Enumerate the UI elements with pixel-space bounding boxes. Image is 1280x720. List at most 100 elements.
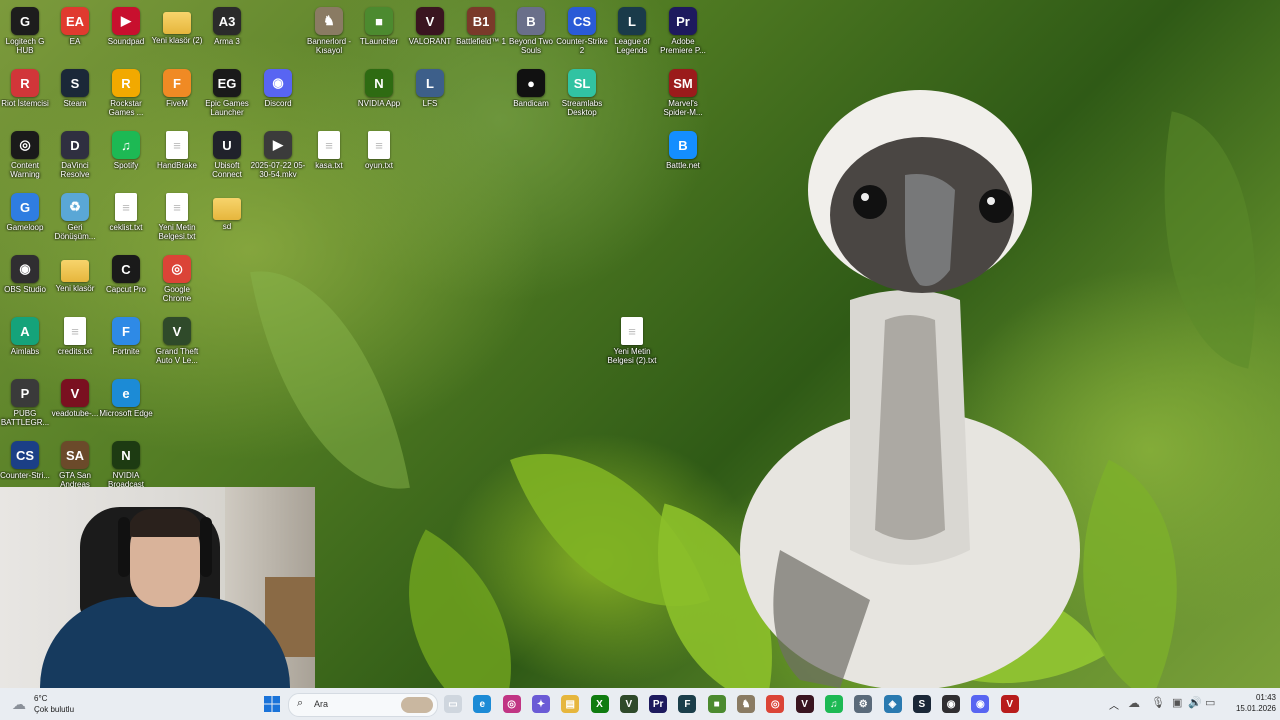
- clock-time: 01:43: [1255, 693, 1276, 702]
- desktop-icon-label: sd: [222, 222, 232, 231]
- desktop-icon[interactable]: ◎ Content Warning: [0, 128, 53, 179]
- desktop-icon[interactable]: N NVIDIA App: [351, 66, 407, 108]
- desktop-icon[interactable]: SL Streamlabs Desktop: [554, 66, 610, 117]
- bird-photo: [740, 90, 1080, 688]
- taskbar-copilot-icon[interactable]: ✦: [531, 695, 550, 713]
- desktop-icon[interactable]: SA GTA San Andreas: [47, 438, 103, 489]
- taskbar-xbox-icon[interactable]: X: [590, 695, 609, 713]
- taskbar-edge-icon[interactable]: e: [473, 695, 492, 713]
- desktop-icon-label: Fortnite: [112, 347, 140, 356]
- desktop-icon[interactable]: ◉ Discord: [250, 66, 306, 108]
- desktop-icon[interactable]: C Capcut Pro: [98, 252, 154, 294]
- desktop-icon[interactable]: ♻ Geri Dönüşüm...: [47, 190, 103, 241]
- desktop-icon-label: Discord: [264, 99, 292, 108]
- taskbar-fivem-icon[interactable]: F: [678, 695, 697, 713]
- desktop-icon[interactable]: ▶ 2025-07-22 05-30-54.mkv: [250, 128, 306, 179]
- desktop-icon[interactable]: P PUBG BATTLEGR...: [0, 376, 53, 427]
- app-icon: ◎: [11, 131, 39, 159]
- text-document-icon: ≡: [368, 131, 390, 159]
- speaker-icon[interactable]: 🔊: [1188, 696, 1202, 709]
- microphone-icon[interactable]: 🎙: [1151, 696, 1165, 709]
- desktop-icon[interactable]: A Aimlabs: [0, 314, 53, 356]
- desktop-icon[interactable]: CS Counter-Stri...: [0, 438, 53, 480]
- taskbar-bannerlord-icon[interactable]: ♞: [737, 695, 755, 713]
- desktop-icon[interactable]: G Gameloop: [0, 190, 53, 232]
- desktop-icon[interactable]: L League of Legends: [604, 4, 660, 55]
- desktop-icon[interactable]: B Battle.net: [655, 128, 711, 170]
- onedrive-icon[interactable]: ☁: [1128, 696, 1140, 710]
- desktop-icon[interactable]: L LFS: [402, 66, 458, 108]
- desktop-icon[interactable]: Vveadotube-...: [47, 376, 103, 418]
- desktop-icon[interactable]: SM Marvel's Spider-M...: [655, 66, 711, 117]
- taskbar-settings-icon[interactable]: ⚙: [854, 695, 873, 713]
- desktop-icon-label: Gameloop: [6, 223, 44, 232]
- desktop-icon[interactable]: ■ TLauncher: [351, 4, 407, 46]
- battery-icon[interactable]: ▭: [1205, 696, 1215, 709]
- taskbar-spotify-icon[interactable]: ♫: [824, 695, 843, 713]
- clock[interactable]: 01:43 15.01.2026: [1222, 692, 1276, 714]
- text-document-icon: ≡: [115, 193, 137, 221]
- app-icon: ▶: [264, 131, 292, 159]
- desktop-icon[interactable]: G Logitech G HUB: [0, 4, 53, 55]
- desktop-icon[interactable]: Yeni klasör (2): [149, 4, 205, 45]
- app-icon: EG: [213, 69, 241, 97]
- search-box[interactable]: ⌕ Ara: [288, 693, 438, 717]
- desktop-icon[interactable]: ◎ Google Chrome: [149, 252, 205, 303]
- desktop-icon[interactable]: CS Counter-Strike 2: [554, 4, 610, 55]
- taskbar-discord-icon[interactable]: ◉: [971, 695, 990, 713]
- start-button[interactable]: [263, 695, 281, 713]
- desktop-icon[interactable]: ≡ Yeni Metin Belgesi.txt: [149, 190, 205, 241]
- taskbar-vpn-icon[interactable]: ◈: [883, 695, 902, 713]
- desktop-icon[interactable]: ≡ kasa.txt: [301, 128, 357, 170]
- desktop-icon[interactable]: ♫ Spotify: [98, 128, 154, 170]
- taskbar-premiere-icon[interactable]: Pr: [649, 695, 668, 713]
- taskbar-obs-icon[interactable]: ◉: [942, 695, 961, 713]
- desktop-icon[interactable]: ◉ OBS Studio: [0, 252, 53, 294]
- desktop-icon-label: Adobe Premiere P...: [660, 37, 706, 55]
- desktop-icon[interactable]: D DaVinci Resolve: [47, 128, 103, 179]
- taskbar-minecraft-icon[interactable]: ■: [707, 695, 726, 713]
- app-icon: G: [11, 193, 39, 221]
- taskbar-gta-icon[interactable]: V: [619, 695, 638, 713]
- desktop-icon[interactable]: sd: [199, 190, 255, 231]
- taskbar-steam-icon[interactable]: S: [912, 695, 931, 713]
- taskbar-valorant-icon[interactable]: V: [795, 695, 814, 713]
- desktop-icon[interactable]: ● Bandicam: [503, 66, 559, 108]
- desktop-icon[interactable]: R Rockstar Games ...: [98, 66, 154, 117]
- desktop-icon[interactable]: B Beyond Two Souls: [503, 4, 559, 55]
- text-document-icon: ≡: [621, 317, 643, 345]
- desktop-icon[interactable]: ≡ ceklist.txt: [98, 190, 154, 232]
- network-icon[interactable]: ▣: [1172, 696, 1182, 709]
- desktop-icon[interactable]: ▶ Soundpad: [98, 4, 154, 46]
- taskbar-red-app-icon[interactable]: V: [1000, 695, 1019, 713]
- desktop-icon[interactable]: Pr Adobe Premiere P...: [655, 4, 711, 55]
- desktop-icon[interactable]: U Ubisoft Connect: [199, 128, 255, 179]
- taskbar-chrome-icon[interactable]: ◎: [766, 695, 785, 713]
- desktop-icon[interactable]: V Grand Theft Auto V Le...: [149, 314, 205, 365]
- desktop-icon[interactable]: EA EA: [47, 4, 103, 46]
- desktop-icon[interactable]: ≡ oyun.txt: [351, 128, 407, 170]
- taskbar-task-view-icon[interactable]: ▭: [444, 695, 462, 713]
- desktop-icon[interactable]: B1 Battlefield™ 1: [453, 4, 509, 46]
- desktop-icon[interactable]: R Riot İstemcisi: [0, 66, 53, 108]
- desktop-icon-label: Steam: [63, 99, 87, 108]
- desktop-icon[interactable]: A3 Arma 3: [199, 4, 255, 46]
- desktop-icon[interactable]: S Steam: [47, 66, 103, 108]
- desktop-icon[interactable]: ♞ Bannerlord - Kısayol: [301, 4, 357, 55]
- taskbar-instagram-icon[interactable]: ◎: [502, 695, 521, 713]
- desktop-icon[interactable]: ≡ credits.txt: [47, 314, 103, 356]
- taskbar-file-explorer-icon[interactable]: ▤: [561, 695, 580, 713]
- desktop-icon[interactable]: V VALORANT: [402, 4, 458, 46]
- desktop-icon[interactable]: e Microsoft Edge: [98, 376, 154, 418]
- desktop-icon[interactable]: Yeni klasör: [47, 252, 103, 293]
- desktop-icon[interactable]: F FiveM: [149, 66, 205, 108]
- desktop-icon-label: PUBG BATTLEGR...: [0, 409, 50, 427]
- desktop-icon[interactable]: F Fortnite: [98, 314, 154, 356]
- desktop-icon[interactable]: ≡ Yeni Metin Belgesi (2).txt: [604, 314, 660, 365]
- desktop-icon[interactable]: N NVIDIA Broadcast: [98, 438, 154, 489]
- weather-widget[interactable]: ☁ 6°C Çok bulutlu: [8, 691, 88, 717]
- chevron-up-icon[interactable]: ︿: [1109, 697, 1119, 712]
- text-document-icon: ≡: [166, 193, 188, 221]
- desktop-icon[interactable]: ≡ HandBrake: [149, 128, 205, 170]
- desktop-icon[interactable]: EG Epic Games Launcher: [199, 66, 255, 117]
